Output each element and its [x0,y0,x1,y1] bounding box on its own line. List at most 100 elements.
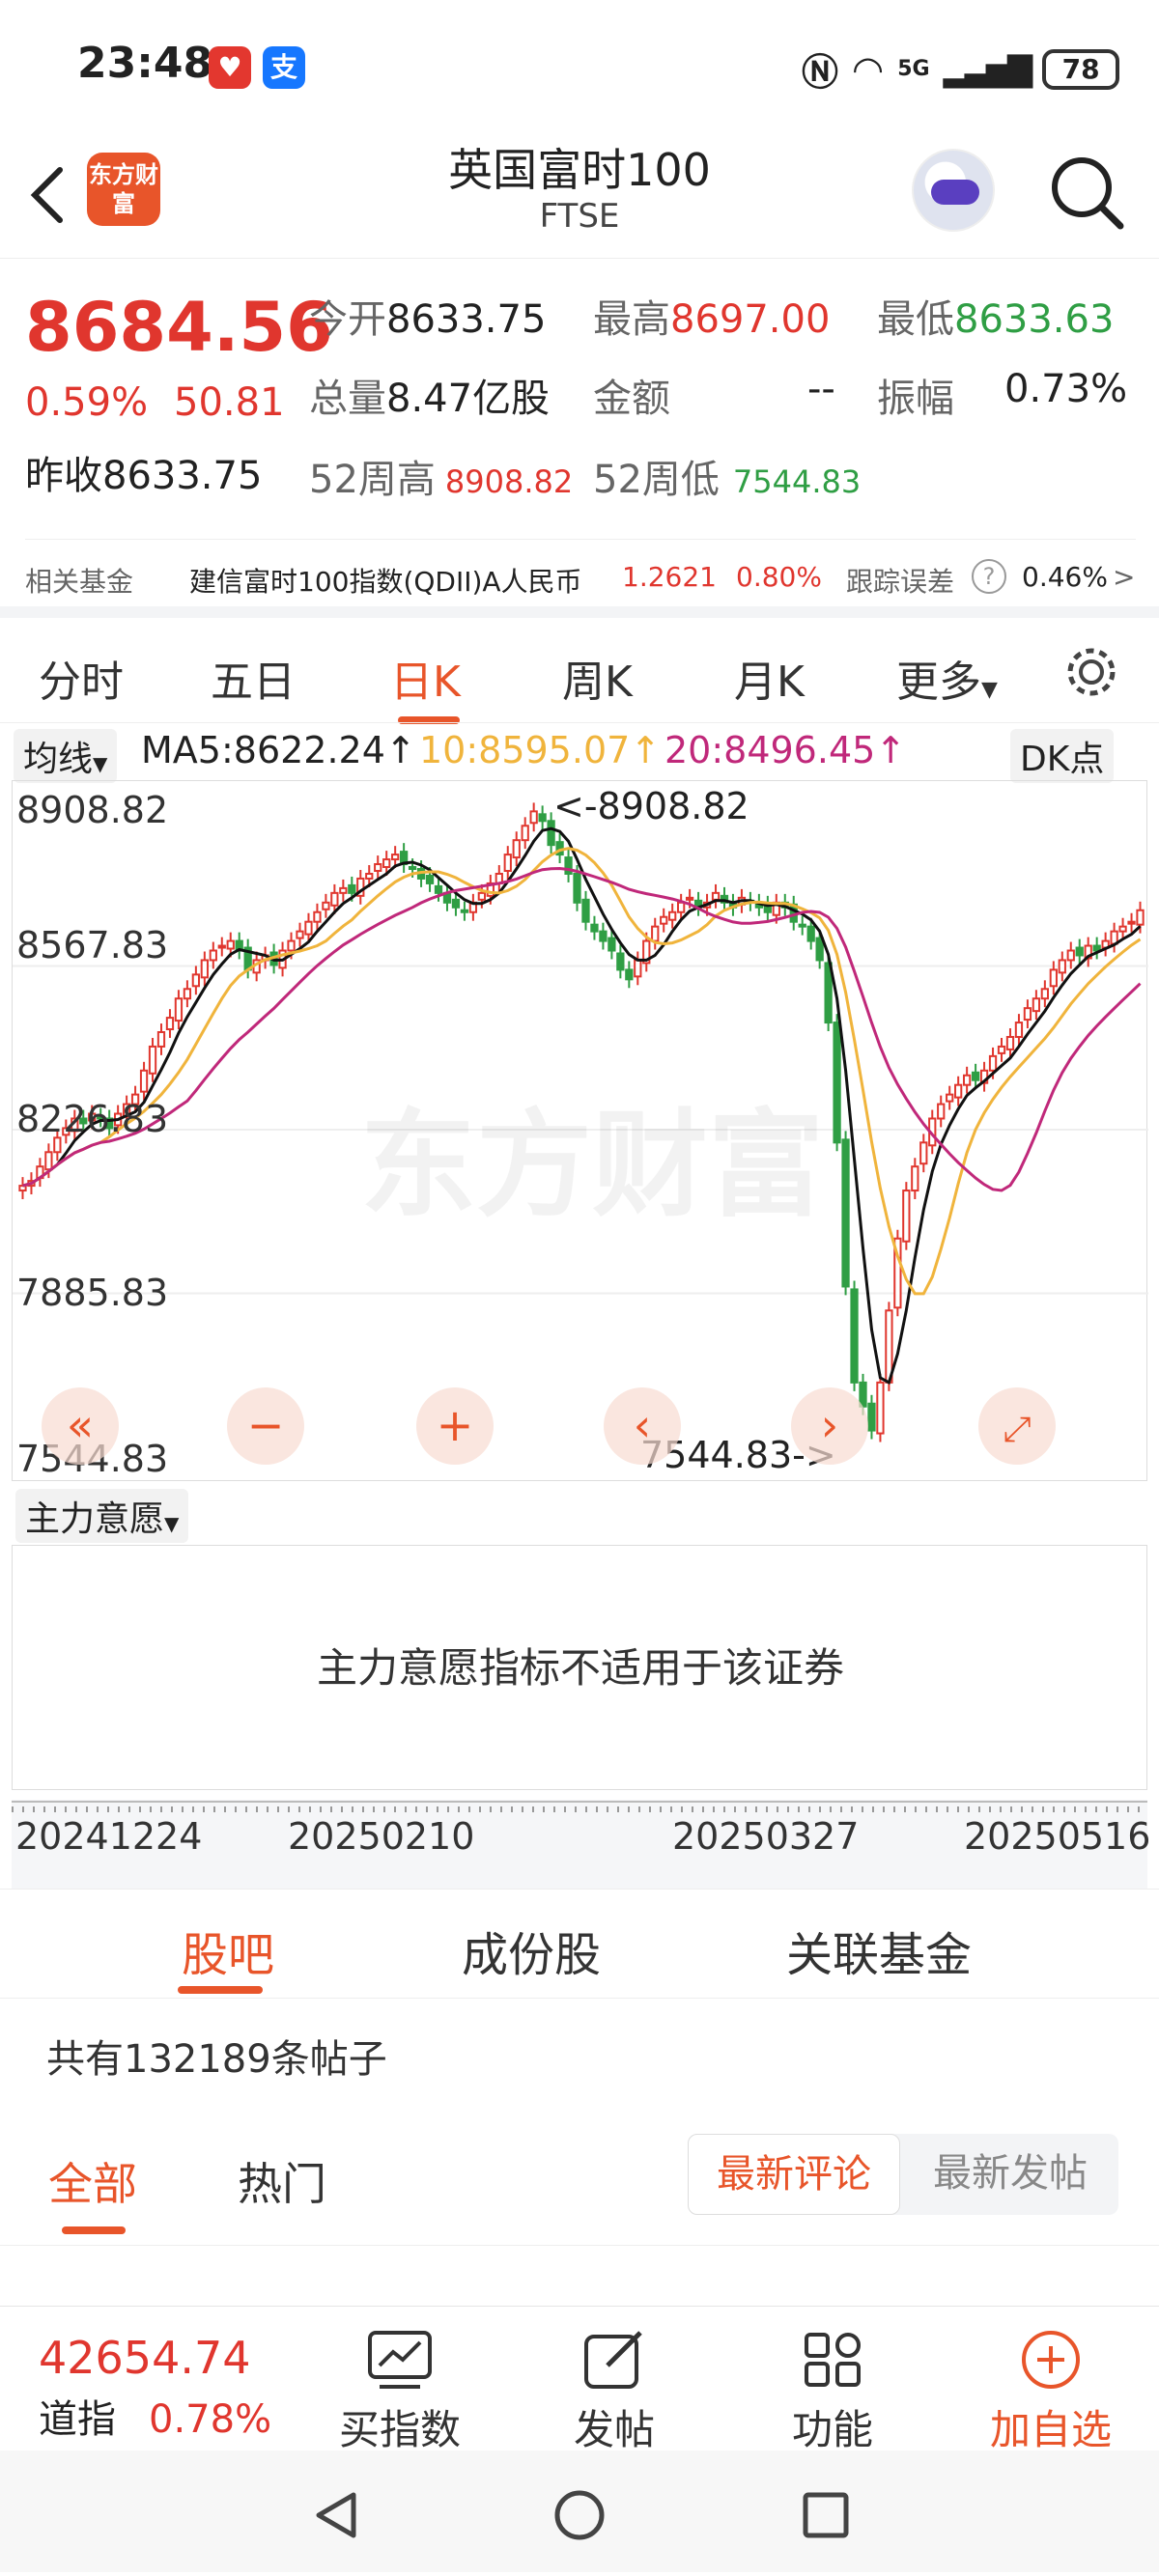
search-icon [1052,157,1124,230]
candle [997,1045,1006,1054]
index-ticker[interactable]: 42654.74 道指 0.78% [39,2332,271,2444]
chevron-left-icon: ‹ [633,1399,652,1451]
candle [651,925,660,942]
tab-daily-k[interactable]: 日K [390,647,461,709]
candle [815,937,824,962]
candle [183,988,192,1000]
candle [139,1069,149,1093]
buy-index-button[interactable]: 买指数 [323,2326,477,2456]
candle [191,973,201,988]
search-button[interactable] [1043,149,1130,236]
candle [330,891,339,907]
candle [322,901,330,910]
tab-monthly-k[interactable]: 月K [734,647,805,709]
y-tick-label: 8226.83 [16,1098,169,1140]
system-nav-bar [0,2450,1159,2572]
tab-related-funds[interactable]: 关联基金 [786,1917,972,1984]
tab-constituents[interactable]: 成份股 [462,1917,601,1984]
candle [148,1045,157,1075]
watermark: 东方财富 [360,1099,824,1233]
related-fund-row[interactable]: 相关基金 建信富时100指数(QDII)A人民币 1.2621 0.80% 跟踪… [25,539,1136,598]
nfc-icon: Ⓝ [802,51,839,94]
tab-more[interactable]: 更多▼ [896,647,998,709]
candle [573,872,581,904]
sort-latest-comment[interactable]: 最新评论 [688,2134,900,2215]
nav-recent-icon [803,2492,849,2538]
x-tick-label: 20250210 [288,1815,475,1858]
battery-icon: 78 [1042,48,1120,90]
active-tab-indicator [178,1986,263,1994]
zoom-in-button[interactable]: + [416,1387,494,1465]
candle [850,1288,859,1384]
candle [668,910,677,921]
candle [902,1190,911,1243]
tab-five-day[interactable]: 五日 [211,647,296,709]
candle [833,1022,841,1144]
candle [1049,968,1058,988]
prev-close-label: 昨收 [25,454,102,498]
header: 东方财富 英国富时100 FTSE [0,135,1159,259]
high-value: 8697.00 [670,297,831,342]
candle [625,968,634,981]
candle [44,1151,53,1171]
candle [806,925,815,942]
fullscreen-button[interactable]: ⤢ [978,1387,1056,1465]
status-bar: 23:48 ♥ 支 Ⓝ ◠ 5G ▂▃▅▇ 78 [0,0,1159,135]
candle [165,1017,175,1031]
candle [634,959,642,978]
filter-hot[interactable]: 热门 [238,2149,326,2213]
zoom-out-button[interactable]: − [227,1387,304,1465]
fund-nav-change: 0.80% [736,561,822,593]
candle [200,959,209,979]
plus-icon: + [436,1399,474,1451]
amount-label: 金额 [593,377,670,421]
gear-icon [1067,648,1116,696]
x-tick-label: 20241224 [15,1815,203,1858]
scroll-right-button[interactable]: › [791,1387,868,1465]
wk52-high-label: 52周高 [309,458,436,502]
help-icon[interactable]: ? [972,559,1006,594]
candle [1040,988,1049,1000]
candle [677,901,686,913]
scroll-start-button[interactable]: « [42,1387,119,1465]
chevron-right-icon: › [820,1399,839,1451]
candle [1005,1035,1015,1050]
tab-weekly-k[interactable]: 周K [562,647,633,709]
double-left-icon: « [66,1399,95,1451]
candle [841,1138,850,1288]
candle [348,883,356,894]
ma10-value: 10:8595.07↑ [419,729,662,771]
candle [287,939,296,952]
add-watchlist-label: 加自选 [989,2406,1112,2453]
indicator-selector[interactable]: 主力意愿▼ [15,1489,189,1543]
post-button[interactable]: 发帖 [537,2326,692,2456]
add-watchlist-button[interactable]: 加自选 [974,2326,1128,2456]
ma-selector[interactable]: 均线▼ [14,729,118,783]
status-time: 23:48 [77,39,213,88]
community-tabs: 股吧 成份股 关联基金 [0,1889,1159,1999]
candle [226,939,235,950]
sort-latest-post[interactable]: 最新发帖 [902,2134,1118,2215]
candle [451,898,461,909]
scroll-left-button[interactable]: ‹ [604,1387,681,1465]
low-value: 8633.63 [954,297,1115,342]
candle [304,920,313,936]
dk-point-selector[interactable]: DK点 [1010,729,1115,783]
volume-label: 总量 [309,377,386,421]
tab-guba[interactable]: 股吧 [182,1917,274,1984]
nav-back-icon [316,2492,356,2538]
fund-row-label: 相关基金 [25,566,134,598]
candle [937,1103,946,1120]
tab-intraday[interactable]: 分时 [39,647,124,709]
functions-button[interactable]: 功能 [755,2326,910,2456]
candle [1075,946,1084,957]
plus-circle-icon [1022,2331,1080,2389]
change-percent: 0.59% [25,380,149,425]
ma20-value: 20:8496.45↑ [664,729,907,771]
candlestick-chart[interactable]: 8908.82 8567.83 8226.83 7885.83 7544.83 … [12,780,1148,1481]
candle [1032,997,1041,1013]
chart-settings-button[interactable] [1062,643,1120,712]
assistant-robot-icon[interactable] [912,149,995,232]
filter-all[interactable]: 全部 [48,2149,137,2213]
index-name: 道指 [39,2397,116,2442]
